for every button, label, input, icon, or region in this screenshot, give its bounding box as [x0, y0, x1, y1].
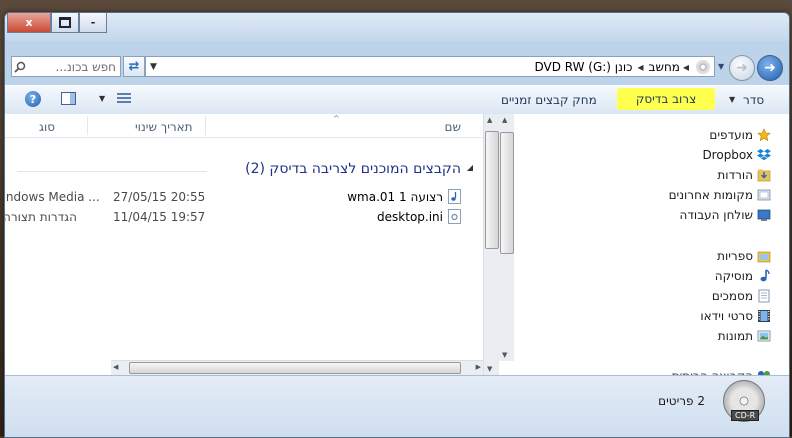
title-bar[interactable]: x - — [5, 13, 789, 41]
videos-icon — [758, 310, 770, 322]
restore-icon — [59, 17, 71, 28]
scroll-down-icon[interactable]: ▼ — [487, 365, 492, 373]
file-row[interactable]: רצועה 1 01.wma 27/05/15 20:55 Windows Me… — [5, 188, 485, 206]
view-options-button[interactable] — [117, 93, 131, 105]
drive-icon — [696, 59, 710, 74]
group-header[interactable]: ◢ הקבצים המוכנים לצריבה בדיסק (2) — [5, 160, 485, 180]
details-pane: CD-R 2 פריטים — [5, 375, 789, 437]
nav-scrollbar[interactable]: ▲ ▼ — [498, 114, 514, 361]
address-dropdown-icon[interactable]: ▼ — [150, 62, 157, 72]
desktop-icon — [757, 209, 771, 221]
group-collapse-icon[interactable]: ◢ — [467, 163, 473, 172]
group-divider — [17, 171, 207, 172]
search-input[interactable]: חפש בכונ... — [11, 56, 121, 77]
organize-button[interactable]: סדר — [743, 93, 764, 107]
command-bar: ? ▼ מחק קבצים זמניים צרוב בדיסק ▼ סדר — [5, 85, 789, 115]
nav-scroll-down-icon[interactable]: ▼ — [502, 351, 507, 359]
file-type: Windows Media ... — [5, 190, 100, 204]
view-options-chevron-icon[interactable]: ▼ — [99, 94, 105, 103]
nav-pictures[interactable]: תמונות — [718, 329, 753, 343]
item-count: 2 פריטים — [658, 394, 705, 408]
file-row[interactable]: desktop.ini 11/04/15 19:57 הגדרות תצורה — [5, 208, 485, 226]
delete-temp-files-button[interactable]: מחק קבצים זמניים — [501, 93, 597, 107]
close-button[interactable]: x — [7, 13, 51, 33]
forward-arrow-icon: ➜ — [736, 60, 748, 76]
star-icon — [757, 128, 771, 142]
scroll-right-icon[interactable]: ▶ — [476, 363, 481, 371]
file-list-scrollbar-thumb[interactable] — [485, 131, 499, 249]
nav-documents[interactable]: מסמכים — [712, 289, 753, 303]
nav-desktop[interactable]: שולחן העבודה — [680, 208, 753, 222]
burn-label: צרוב בדיסק — [635, 92, 697, 106]
navigation-pane: מועדפים Dropbox הורדות מקומות אחרונים שו… — [498, 114, 789, 383]
documents-icon — [758, 289, 770, 303]
nav-music[interactable]: מוסיקה — [715, 269, 753, 283]
file-modified: 27/05/15 20:55 — [113, 190, 206, 204]
nav-libraries[interactable]: ספריות — [717, 249, 753, 263]
downloads-folder-icon — [757, 169, 771, 182]
horizontal-scrollbar-thumb[interactable] — [129, 362, 461, 374]
breadcrumb-sep-icon: ◂ — [637, 59, 644, 74]
music-icon — [760, 269, 770, 282]
nav-favorites[interactable]: מועדפים — [709, 128, 753, 142]
nav-videos[interactable]: סרטי וידאו — [700, 309, 753, 323]
back-button[interactable]: ➜ — [757, 55, 783, 81]
forward-button[interactable]: ➜ — [729, 55, 755, 81]
column-divider — [205, 116, 206, 135]
column-header-type[interactable]: סוג — [39, 120, 55, 134]
nav-dropbox[interactable]: Dropbox — [702, 148, 753, 162]
libraries-icon — [757, 251, 771, 263]
pictures-icon — [757, 330, 771, 342]
file-list-scrollbar[interactable]: ▲ ▼ — [483, 114, 499, 375]
settings-file-icon — [448, 209, 461, 224]
breadcrumb-computer[interactable]: מחשב — [649, 60, 680, 74]
address-bar[interactable]: ◂ מחשב ◂ כונן DVD RW (G:) ▼ — [145, 56, 715, 77]
recent-places-icon — [757, 189, 771, 201]
column-header-row: שם ^ תאריך שינוי סוג — [5, 114, 485, 138]
sort-ascending-icon: ^ — [333, 114, 340, 123]
nav-recent-places[interactable]: מקומות אחרונים — [669, 188, 753, 202]
breadcrumb-sep-icon: ◂ — [682, 59, 689, 74]
scroll-left-icon[interactable]: ◀ — [113, 363, 118, 371]
file-name: רצועה 1 01.wma — [347, 190, 443, 204]
back-arrow-icon: ➜ — [764, 60, 776, 76]
help-icon: ? — [29, 92, 37, 106]
nav-downloads[interactable]: הורדות — [717, 168, 753, 182]
preview-pane-button[interactable] — [61, 92, 76, 105]
explorer-window: x - חפש בכונ... ⇄ ◂ מחשב ◂ כונן DVD RW (… — [4, 12, 790, 438]
burn-to-disc-button[interactable]: צרוב בדיסק — [617, 88, 715, 110]
column-divider — [87, 116, 88, 135]
refresh-icon: ⇄ — [128, 59, 140, 74]
group-title: הקבצים המוכנים לצריבה בדיסק (2) — [245, 161, 461, 177]
recent-pages-chevron-icon[interactable]: ▼ — [718, 62, 724, 71]
column-header-name[interactable]: שם — [445, 120, 461, 134]
nav-scrollbar-thumb[interactable] — [500, 132, 514, 254]
disc-label-badge: CD-R — [731, 410, 760, 421]
search-icon — [12, 59, 28, 75]
address-row: חפש בכונ... ⇄ ◂ מחשב ◂ כונן DVD RW (G:) … — [5, 53, 789, 83]
file-modified: 11/04/15 19:57 — [113, 210, 206, 224]
column-header-modified[interactable]: תאריך שינוי — [135, 120, 193, 134]
organize-chevron-icon: ▼ — [729, 95, 736, 104]
file-name: desktop.ini — [377, 210, 443, 224]
breadcrumb-drive[interactable]: כונן DVD RW (G:) — [534, 60, 632, 74]
maximize-button[interactable] — [51, 13, 79, 33]
dropbox-icon — [757, 149, 771, 161]
refresh-button[interactable]: ⇄ — [123, 56, 145, 77]
details-view-icon — [117, 93, 131, 105]
help-button[interactable]: ? — [25, 91, 41, 107]
minimize-button[interactable]: - — [79, 13, 107, 33]
scroll-up-icon[interactable]: ▲ — [487, 116, 492, 124]
horizontal-scrollbar[interactable]: ◀ ▶ — [111, 360, 483, 375]
file-type: הגדרות תצורה — [5, 210, 77, 224]
content-area: מועדפים Dropbox הורדות מקומות אחרונים שו… — [5, 114, 789, 383]
nav-scroll-up-icon[interactable]: ▲ — [502, 116, 507, 124]
file-list-pane: שם ^ תאריך שינוי סוג ◢ הקבצים המוכנים לצ… — [5, 114, 499, 375]
search-placeholder: חפש בכונ... — [55, 59, 116, 74]
audio-file-icon — [448, 189, 461, 204]
